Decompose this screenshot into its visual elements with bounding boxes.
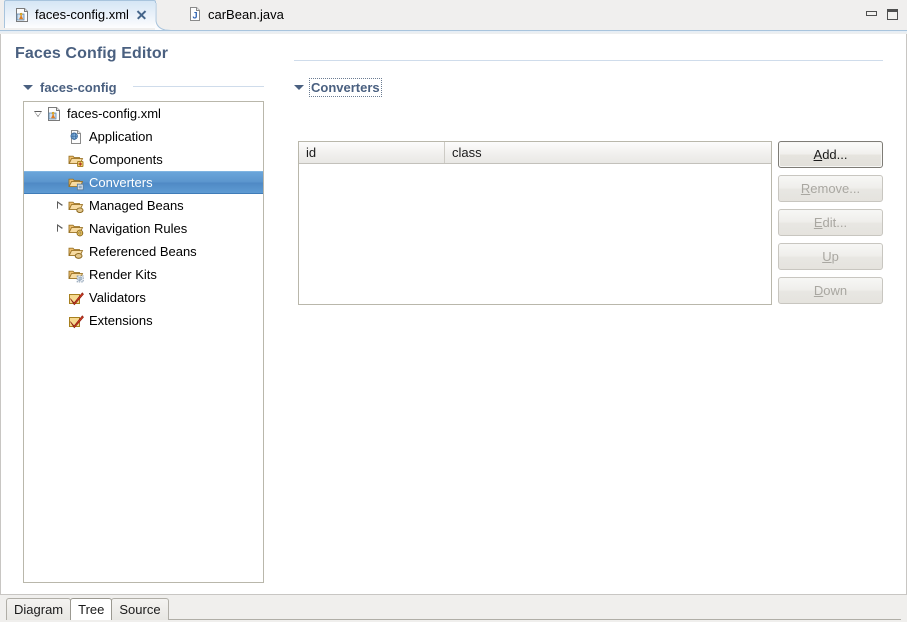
- down-button-mnemonic: D: [813, 283, 824, 298]
- converters-action-buttons: Add... Remove... Edit... Up Down: [778, 141, 883, 304]
- down-button-label: own: [823, 283, 848, 298]
- converters-folder-icon: [68, 175, 84, 191]
- application-icon: [68, 129, 84, 145]
- column-header-class[interactable]: class: [445, 142, 770, 163]
- java-file-icon: J: [187, 6, 203, 22]
- tree-item-extensions[interactable]: Extensions: [24, 309, 263, 332]
- chevron-down-icon[interactable]: [294, 84, 304, 90]
- table-header-row: id class: [299, 142, 771, 164]
- chevron-right-icon[interactable]: [52, 224, 68, 233]
- navigation-rules-folder-icon: [68, 221, 84, 237]
- editor-tab-label: carBean.java: [208, 6, 284, 22]
- editor-tab-bar: faces-config.xml J carBean.java: [0, 0, 907, 35]
- section-header-faces-config[interactable]: faces-config: [23, 78, 117, 96]
- section-header-converters[interactable]: Converters: [294, 77, 382, 97]
- tree-item-navigation-rules[interactable]: Navigation Rules: [24, 217, 263, 240]
- editor-tab-label: faces-config.xml: [35, 7, 129, 22]
- tree-item-referenced-beans[interactable]: Referenced Beans: [24, 240, 263, 263]
- tree-item-components[interactable]: Components: [24, 148, 263, 171]
- eclipse-editor-window: faces-config.xml J carBean.java Faces Co…: [0, 0, 907, 622]
- xml-faces-config-icon: [14, 7, 30, 23]
- table-body-empty[interactable]: [299, 164, 771, 304]
- maximize-icon[interactable]: [886, 8, 899, 21]
- edit-button[interactable]: Edit...: [778, 209, 883, 236]
- xml-faces-config-icon: [46, 106, 62, 122]
- tree-item-label: Extensions: [89, 313, 153, 328]
- faces-config-editor-body: Faces Config Editor faces-config faces-c…: [0, 34, 907, 594]
- managed-beans-folder-icon: [68, 198, 84, 214]
- tree-item-label: Converters: [89, 175, 153, 190]
- window-control-buttons: [865, 8, 899, 21]
- editor-page-tabs: Diagram Tree Source: [0, 594, 907, 622]
- active-tab-slant: [155, 3, 177, 31]
- tree-item-validators[interactable]: Validators: [24, 286, 263, 309]
- page-title: Faces Config Editor: [15, 45, 169, 62]
- minimize-icon[interactable]: [865, 8, 878, 21]
- validators-check-icon: [68, 290, 84, 306]
- up-button-label: p: [831, 249, 839, 264]
- section-title-faces-config: faces-config: [40, 79, 117, 95]
- tree-item-application[interactable]: Application: [24, 125, 263, 148]
- edit-button-mnemonic: E: [813, 215, 823, 230]
- column-header-id[interactable]: id: [299, 142, 445, 163]
- tab-tree[interactable]: Tree: [70, 598, 113, 620]
- edit-button-label: dit...: [822, 215, 848, 230]
- render-kits-folder-icon: [68, 267, 84, 283]
- tree-item-label: Validators: [89, 290, 146, 305]
- referenced-beans-folder-icon: [68, 244, 84, 260]
- add-button-mnemonic: A: [813, 147, 823, 162]
- tree-item-label: Application: [89, 129, 153, 144]
- tree-item-render-kits[interactable]: Render Kits: [24, 263, 263, 286]
- up-button[interactable]: Up: [778, 243, 883, 270]
- editor-tab-faces-config-xml[interactable]: faces-config.xml: [4, 0, 156, 28]
- tree-item-managed-beans[interactable]: Managed Beans: [24, 194, 263, 217]
- remove-button-label: emove...: [810, 181, 861, 196]
- chevron-down-icon[interactable]: [30, 110, 46, 117]
- chevron-right-icon[interactable]: [52, 201, 68, 210]
- add-button[interactable]: Add...: [778, 141, 883, 168]
- tree-item-label: Managed Beans: [89, 198, 184, 213]
- section-title-converters: Converters: [309, 77, 382, 97]
- remove-button[interactable]: Remove...: [778, 175, 883, 202]
- tree-item-label: faces-config.xml: [67, 106, 161, 121]
- section-rule-top-right: [294, 60, 883, 61]
- tree-item-label: Referenced Beans: [89, 244, 197, 259]
- tab-diagram[interactable]: Diagram: [6, 598, 72, 620]
- extensions-check-icon: [68, 313, 84, 329]
- editor-tab-car-bean-java[interactable]: J carBean.java: [178, 0, 303, 28]
- tree-item-converters[interactable]: Converters: [24, 171, 263, 194]
- tree-item-faces-config-xml[interactable]: faces-config.xml: [24, 102, 263, 125]
- chevron-down-icon[interactable]: [23, 84, 33, 90]
- tree-item-label: Render Kits: [89, 267, 157, 282]
- components-folder-icon: [68, 152, 84, 168]
- add-button-label: dd...: [822, 147, 848, 162]
- section-rule-left: [133, 86, 264, 87]
- svg-text:J: J: [192, 10, 197, 20]
- converters-table[interactable]: id class: [298, 141, 772, 305]
- tree-item-label: Components: [89, 152, 163, 167]
- up-button-mnemonic: U: [822, 249, 832, 264]
- remove-button-mnemonic: R: [800, 181, 811, 196]
- tree-item-label: Navigation Rules: [89, 221, 188, 236]
- down-button[interactable]: Down: [778, 277, 883, 304]
- close-icon[interactable]: [136, 9, 147, 20]
- tab-source[interactable]: Source: [111, 598, 169, 620]
- faces-config-tree[interactable]: faces-config.xml Application Components …: [23, 101, 264, 583]
